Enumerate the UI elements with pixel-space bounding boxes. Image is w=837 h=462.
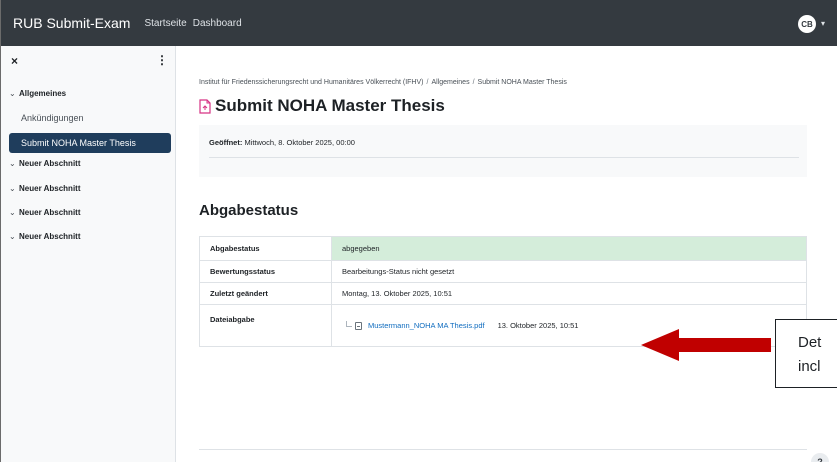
course-index-drawer: × ⋮ ⌄ Allgemeines Ankündigungen Submit NO… — [1, 46, 176, 462]
section-allgemeines[interactable]: ⌄ Allgemeines — [9, 89, 66, 98]
grading-status-value: Bearbeitungs-Status nicht gesetzt — [331, 260, 807, 283]
table-row: Zuletzt geändert Montag, 13. Oktober 202… — [199, 282, 807, 305]
divider — [199, 449, 807, 450]
file-date: 13. Oktober 2025, 10:51 — [497, 321, 579, 330]
chevron-down-icon[interactable]: ▾ — [821, 19, 825, 28]
opened-label: Geöffnet: — [209, 138, 243, 147]
opened-date: Geöffnet: Mittwoch, 8. Oktober 2025, 00:… — [209, 138, 355, 147]
top-navbar: RUB Submit-Exam Startseite Dashboard CB … — [1, 0, 837, 46]
breadcrumb-separator: / — [426, 79, 429, 86]
section-title: Neuer Abschnitt — [19, 184, 81, 193]
table-row: Bewertungsstatus Bearbeitungs-Status nic… — [199, 260, 807, 283]
chevron-down-icon: ⌄ — [9, 159, 16, 168]
help-button[interactable]: ? — [811, 453, 829, 462]
last-modified-value: Montag, 13. Oktober 2025, 10:51 — [331, 282, 807, 305]
page-header: Submit NOHA Master Thesis — [199, 96, 445, 116]
divider — [209, 157, 799, 158]
pdf-file-icon — [355, 321, 362, 330]
nav-link-dashboard[interactable]: Dashboard — [193, 18, 242, 29]
drawer-item-ankuendigungen[interactable]: Ankündigungen — [21, 113, 84, 123]
row-label: Dateiabgabe — [199, 304, 332, 347]
user-avatar[interactable]: CB — [798, 15, 816, 33]
annotation-line-1: Det — [798, 334, 822, 351]
section-neuer-abschnitt-2[interactable]: ⌄ Neuer Abschnitt — [9, 184, 81, 193]
status-value: abgegeben — [331, 236, 807, 261]
breadcrumb: Institut für Friedenssicherungsrecht und… — [199, 79, 567, 86]
activity-dates: Geöffnet: Mittwoch, 8. Oktober 2025, 00:… — [199, 125, 807, 177]
tree-connector — [346, 320, 352, 327]
submission-status-heading: Abgabestatus — [199, 202, 299, 219]
app-frame: RUB Submit-Exam Startseite Dashboard CB … — [0, 0, 837, 462]
annotation-line-2: incl — [798, 358, 821, 375]
chevron-down-icon: ⌄ — [9, 208, 16, 217]
section-neuer-abschnitt-4[interactable]: ⌄ Neuer Abschnitt — [9, 232, 81, 241]
table-row: Abgabestatus abgegeben — [199, 236, 807, 261]
site-brand[interactable]: RUB Submit-Exam — [13, 15, 130, 31]
section-neuer-abschnitt-1[interactable]: ⌄ Neuer Abschnitt — [9, 159, 81, 168]
page-title: Submit NOHA Master Thesis — [215, 96, 445, 115]
chevron-down-icon: ⌄ — [9, 232, 16, 241]
section-title: Neuer Abschnitt — [19, 208, 81, 217]
section-title: Neuer Abschnitt — [19, 159, 81, 168]
close-icon[interactable]: × — [11, 54, 18, 68]
row-label: Zuletzt geändert — [199, 282, 332, 305]
assignment-icon — [199, 98, 211, 114]
breadcrumb-item-institute[interactable]: Institut für Friedenssicherungsrecht und… — [199, 79, 423, 86]
breadcrumb-separator: / — [472, 79, 475, 86]
chevron-down-icon: ⌄ — [9, 184, 16, 193]
file-download-link[interactable]: Mustermann_NOHA MA Thesis.pdf — [368, 321, 485, 330]
section-title: Allgemeines — [19, 89, 67, 98]
opened-value: Mittwoch, 8. Oktober 2025, 00:00 — [244, 138, 355, 147]
kebab-menu-icon[interactable]: ⋮ — [156, 53, 168, 67]
annotation-callout: Det incl — [775, 319, 837, 388]
row-label: Bewertungsstatus — [199, 260, 332, 283]
nav-link-startseite[interactable]: Startseite — [144, 18, 186, 29]
chevron-down-icon: ⌄ — [9, 89, 16, 98]
breadcrumb-item-current[interactable]: Submit NOHA Master Thesis — [478, 79, 567, 86]
drawer-item-submit-noha[interactable]: Submit NOHA Master Thesis — [9, 133, 171, 153]
breadcrumb-item-allgemeines[interactable]: Allgemeines — [431, 79, 469, 86]
red-arrow-icon — [641, 329, 771, 361]
section-neuer-abschnitt-3[interactable]: ⌄ Neuer Abschnitt — [9, 208, 81, 217]
row-label: Abgabestatus — [199, 236, 332, 261]
section-title: Neuer Abschnitt — [19, 232, 81, 241]
